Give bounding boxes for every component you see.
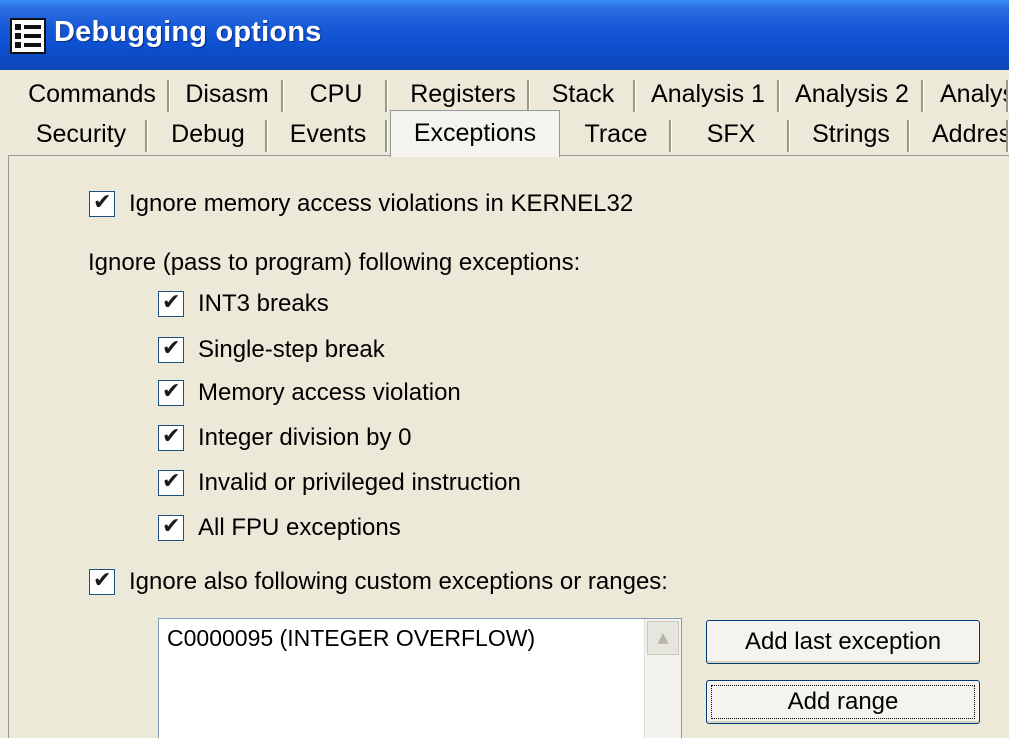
custom-exceptions-checkbox[interactable] — [89, 567, 115, 595]
tab-analysis-2[interactable]: Analysis 2 — [780, 74, 924, 114]
tab-trace[interactable]: Trace — [560, 114, 672, 156]
fpu-exceptions-label[interactable]: All FPU exceptions — [198, 514, 401, 542]
add-range-button[interactable]: Add range — [706, 680, 980, 724]
tab-events[interactable]: Events — [268, 114, 388, 156]
add-last-exception-button[interactable]: Add last exception — [706, 620, 980, 664]
tab-analysis-1[interactable]: Analysis 1 — [636, 74, 780, 114]
title-bar[interactable]: Debugging options — [0, 0, 1009, 70]
window-title: Debugging options — [54, 16, 322, 48]
memory-access-label[interactable]: Memory access violation — [198, 379, 461, 407]
invalid-instruction-label[interactable]: Invalid or privileged instruction — [198, 469, 521, 497]
tab-commands[interactable]: Commands — [14, 74, 170, 114]
single-step-label[interactable]: Single-step break — [198, 336, 385, 364]
tab-registers[interactable]: Registers — [396, 74, 530, 114]
fpu-exceptions-checkbox[interactable] — [158, 513, 184, 541]
tab-exceptions[interactable]: Exceptions — [390, 110, 560, 157]
int3-breaks-checkbox[interactable] — [158, 289, 184, 317]
custom-exceptions-list[interactable]: C0000095 (INTEGER OVERFLOW) ▲ — [158, 618, 682, 738]
tab-sfx[interactable]: SFX — [672, 114, 790, 156]
tab-address[interactable]: Addres — [910, 114, 1009, 156]
tab-disasm[interactable]: Disasm — [170, 74, 284, 114]
tab-strip: Commands Disasm CPU Registers Stack Anal… — [0, 70, 1009, 157]
scroll-up-arrow-icon[interactable]: ▲ — [647, 621, 679, 655]
list-scrollbar[interactable]: ▲ — [644, 619, 681, 738]
custom-exceptions-label[interactable]: Ignore also following custom exceptions … — [129, 568, 668, 596]
tab-security[interactable]: Security — [14, 114, 148, 156]
int3-breaks-label[interactable]: INT3 breaks — [198, 290, 329, 318]
tab-stack[interactable]: Stack — [530, 74, 636, 114]
integer-division-label[interactable]: Integer division by 0 — [198, 424, 411, 452]
ignore-kernel32-checkbox[interactable] — [89, 189, 115, 217]
ignore-group-label: Ignore (pass to program) following excep… — [88, 249, 581, 276]
list-window-icon[interactable] — [10, 18, 46, 54]
memory-access-checkbox[interactable] — [158, 378, 184, 406]
single-step-checkbox[interactable] — [158, 335, 184, 363]
integer-division-checkbox[interactable] — [158, 423, 184, 451]
debugging-options-window: Debugging options Commands Disasm CPU Re… — [0, 0, 1009, 738]
invalid-instruction-checkbox[interactable] — [158, 468, 184, 496]
ignore-kernel32-label[interactable]: Ignore memory access violations in KERNE… — [129, 190, 633, 218]
tab-strings[interactable]: Strings — [792, 114, 910, 156]
tab-cpu[interactable]: CPU — [284, 74, 388, 114]
tab-analysis-3[interactable]: Analys — [924, 74, 1009, 114]
list-item[interactable]: C0000095 (INTEGER OVERFLOW) — [167, 625, 535, 652]
tab-debug[interactable]: Debug — [148, 114, 268, 156]
